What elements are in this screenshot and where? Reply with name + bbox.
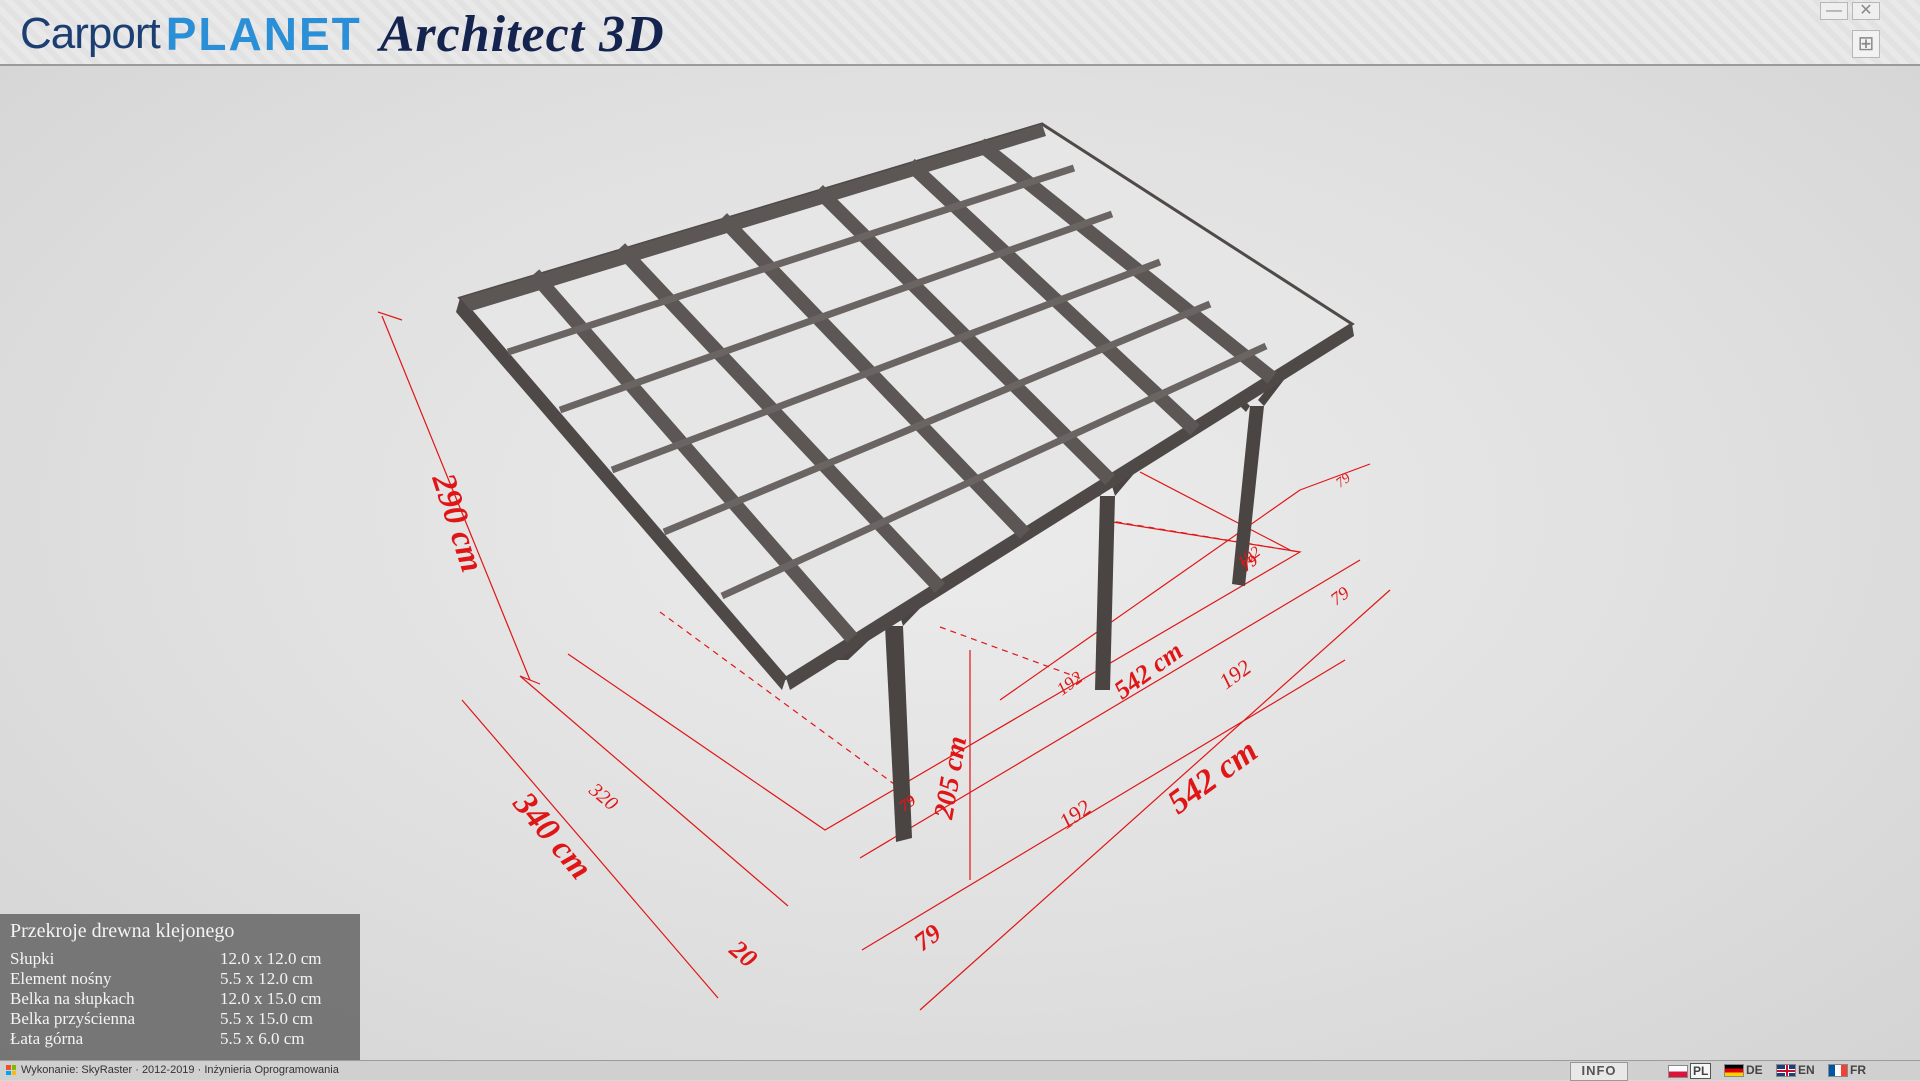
label-overhang-front-right: 79 [1327,582,1353,609]
row-value: 12.0 x 15.0 cm [220,989,322,1008]
app-logo: Carport PLANET Architect 3D [20,6,665,63]
label-overhang-front-left: 79 [908,918,946,957]
timber-sections-panel: Przekroje drewna klejonego Słupki 12.0 x… [0,914,360,1060]
row-label: Element nośny [10,969,112,988]
row-label: Słupki [10,949,55,968]
label-post-height: 205 cm [928,734,973,822]
panel-title: Przekroje drewna klejonego [10,920,235,942]
label-depth-inner: 320 [584,778,622,815]
title-bar: Carport PLANET Architect 3D — ✕ ⊞ [0,0,1920,66]
post-front-mid [1095,496,1115,690]
label-width-back: 542 cm [1108,636,1188,705]
label-span-2: 192 [1214,654,1255,694]
info-button[interactable]: INFO [1570,1062,1628,1081]
lang-pl[interactable]: PL [1668,1063,1712,1079]
close-button[interactable]: ✕ [1852,2,1880,20]
credit: Wykonanie: SkyRaster · 2012-2019 · Inżyn… [6,1064,339,1076]
label-width-total: 542 cm [1161,732,1264,821]
label-overhang-back-right: 79 [1334,471,1354,491]
label-height-total: 290 cm [424,468,491,576]
row-label: Łata górna [10,1029,84,1048]
row-value: 5.5 x 15.0 cm [220,1009,314,1028]
lang-code: EN [1798,1063,1815,1077]
roof [456,122,1355,690]
depth-dim-line [461,699,719,999]
status-bar: Wykonanie: SkyRaster · 2012-2019 · Inżyn… [0,1060,1920,1081]
label-depth-total: 340 cm [505,785,599,887]
lang-code: FR [1850,1063,1866,1077]
uk-flag-icon [1776,1063,1796,1077]
label-depth-overhang: 20 [723,934,762,974]
carport-scene[interactable]: 290 cm 340 cm 320 20 542 cm 542 cm 205 c… [0,66,1920,1060]
lang-en[interactable]: EN [1776,1063,1815,1077]
lang-code: PL [1690,1063,1712,1079]
panel-row: Słupki 12.0 x 12.0 cm [10,949,350,969]
poland-flag-icon [1668,1064,1688,1078]
credit-text: Wykonanie: SkyRaster · 2012-2019 · Inżyn… [21,1064,339,1076]
germany-flag-icon [1724,1063,1744,1077]
3d-viewport[interactable]: 290 cm 340 cm 320 20 542 cm 542 cm 205 c… [0,66,1920,1060]
row-value: 5.5 x 6.0 cm [220,1029,305,1048]
row-value: 12.0 x 12.0 cm [220,949,322,968]
panel-row: Belka przyścienna 5.5 x 15.0 cm [10,1009,350,1029]
panel-row: Belka na słupkach 12.0 x 15.0 cm [10,989,350,1009]
row-label: Belka na słupkach [10,989,135,1008]
lang-code: DE [1746,1063,1763,1077]
lang-fr[interactable]: FR [1828,1063,1866,1077]
lang-de[interactable]: DE [1724,1063,1763,1077]
windows-logo-icon [6,1065,16,1075]
expand-button[interactable]: ⊞ [1852,30,1880,58]
label-span-1: 192 [1054,794,1095,834]
row-value: 5.5 x 12.0 cm [220,969,314,988]
footprint-dashed-mid [939,626,1086,681]
logo-planet: PLANET [165,8,362,60]
row-label: Belka przyścienna [10,1009,136,1028]
logo-architect: Architect 3D [379,5,665,63]
logo-carport: Carport [20,9,161,58]
panel-row: Łata górna 5.5 x 6.0 cm [10,1029,350,1049]
panel-row: Element nośny 5.5 x 12.0 cm [10,969,350,989]
minimize-button[interactable]: — [1820,2,1848,20]
france-flag-icon [1828,1063,1848,1077]
